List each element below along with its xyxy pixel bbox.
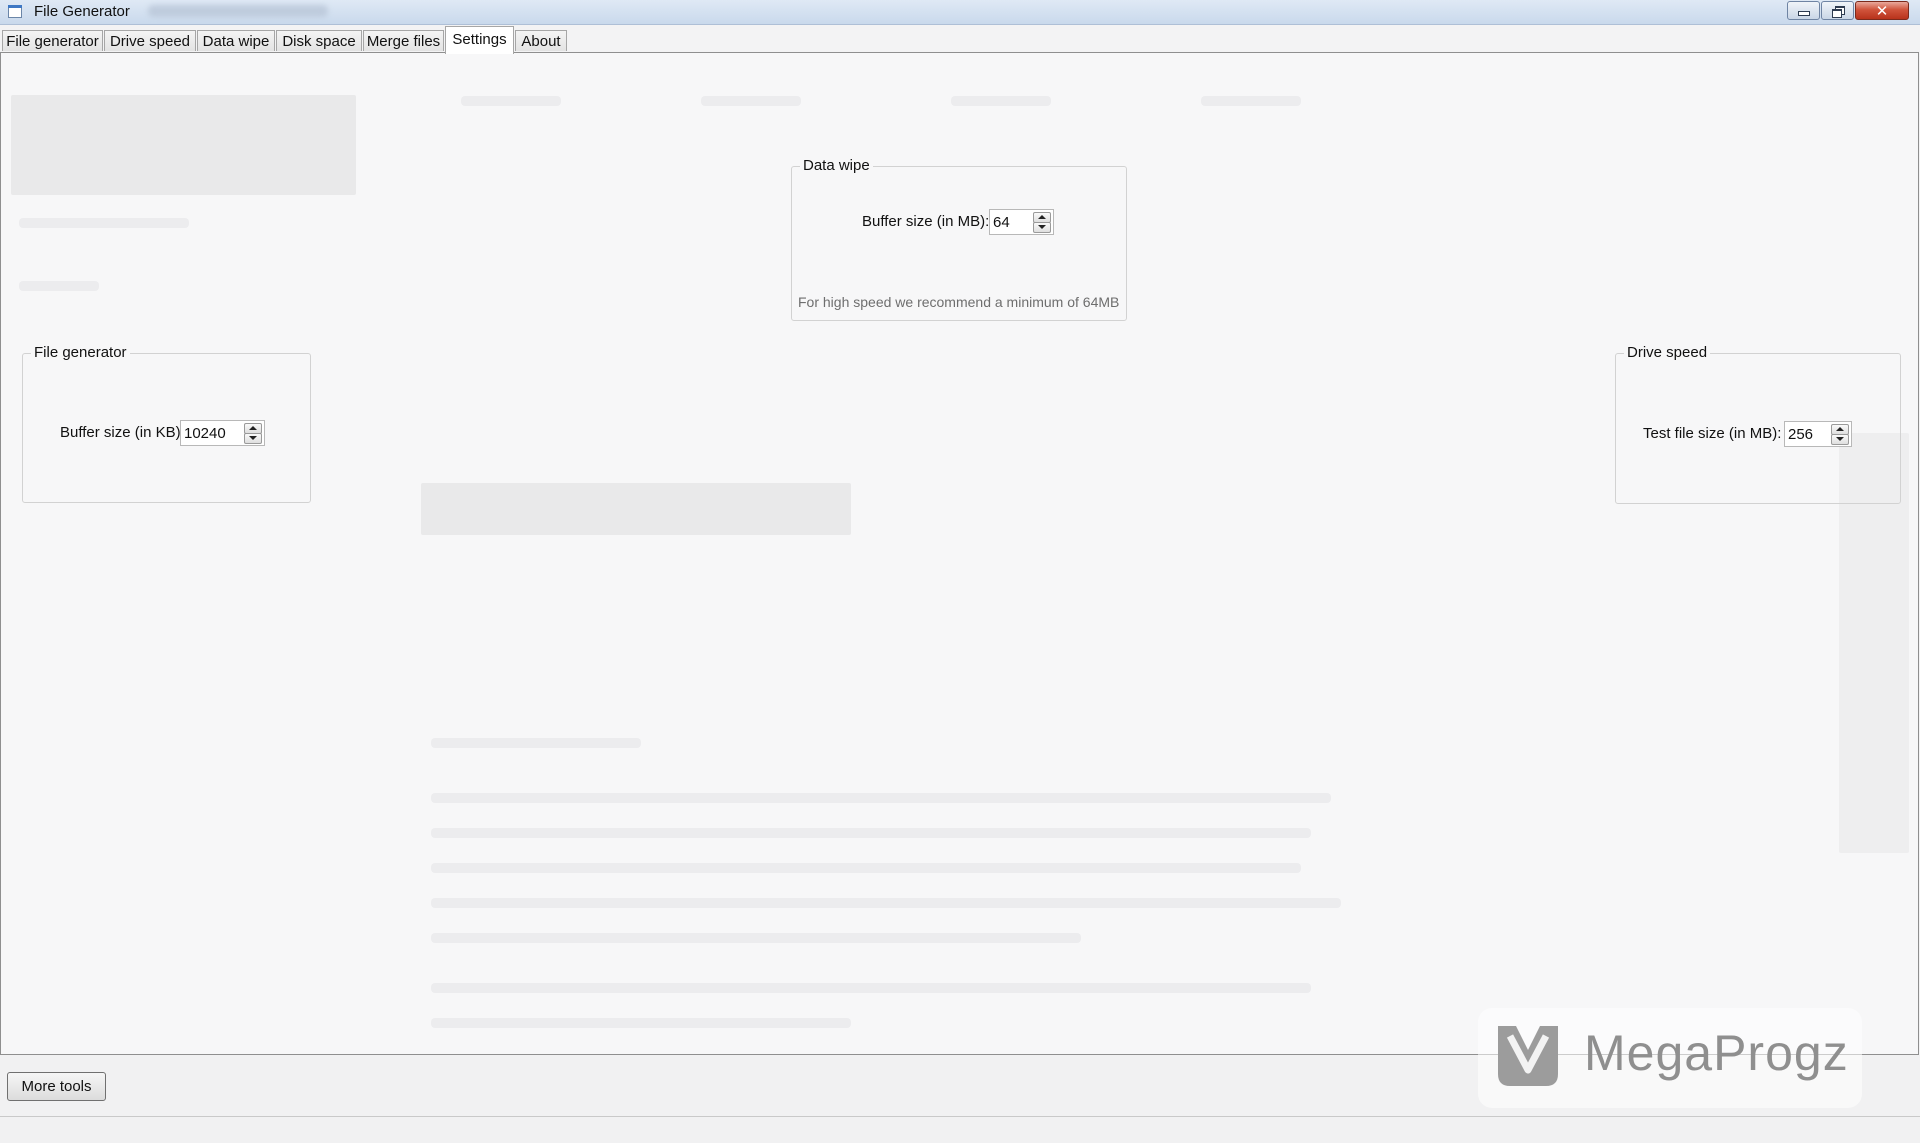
minimize-button[interactable] [1787,1,1820,20]
ghost-line [431,933,1081,943]
close-button[interactable]: ✕ [1855,1,1909,20]
megaprogz-logo-icon [1498,1026,1558,1086]
ghost-line [1201,96,1301,106]
ghost-line [461,96,561,106]
file-generator-spin-buttons [244,423,262,444]
ghost-line [431,1018,851,1028]
ghost-banner [11,95,356,195]
app-icon [6,3,22,19]
title-bar: File Generator ✕ [0,0,1920,25]
ghost-line [431,863,1301,873]
ghost-button [421,483,851,535]
window-title: File Generator [34,3,130,20]
ghost-line [431,738,641,748]
file-generator-legend: File generator [31,344,130,361]
megaprogz-watermark: MegaProgz [1478,1008,1862,1108]
status-divider [0,1116,1920,1117]
tab-merge-files[interactable]: Merge files [363,30,444,51]
drive-speed-test-label: Test file size (in MB): [1643,425,1782,442]
data-wipe-buffer-input[interactable] [993,212,1026,232]
minimize-icon [1797,11,1810,16]
tab-file-generator[interactable]: File generator [2,30,103,51]
ghost-line [431,828,1311,838]
tab-drive-speed[interactable]: Drive speed [104,30,196,51]
ghost-line [701,96,801,106]
tab-settings[interactable]: Settings [445,26,514,54]
tab-data-wipe[interactable]: Data wipe [197,30,275,51]
drive-speed-test-input[interactable] [1788,424,1824,444]
close-icon: ✕ [1875,2,1889,20]
restore-icon [1831,5,1845,18]
file-generator-group: File generator Buffer size (in KB): [22,344,311,503]
spin-down-icon[interactable] [1831,434,1849,445]
file-generator-buffer-spinner[interactable] [180,420,265,446]
drive-speed-legend: Drive speed [1624,344,1711,361]
ghost-line [431,898,1341,908]
ghost-line [19,281,99,291]
ghost-line [951,96,1051,106]
redacted-title-text [148,5,328,17]
file-generator-buffer-label: Buffer size (in KB): [60,424,185,441]
more-tools-button[interactable]: More tools [7,1072,106,1101]
file-generator-buffer-input[interactable] [184,423,237,443]
drive-speed-test-spinner[interactable] [1784,421,1852,447]
data-wipe-legend: Data wipe [800,157,873,174]
tab-disk-space[interactable]: Disk space [276,30,362,51]
ghost-line [431,793,1331,803]
data-wipe-hint: For high speed we recommend a minimum of… [798,294,1120,310]
data-wipe-buffer-spinner[interactable] [989,209,1054,235]
tab-strip: File generator Drive speed Data wipe Dis… [0,26,1920,54]
app-window: File Generator ✕ File generator Drive sp… [0,0,1920,1143]
data-wipe-buffer-label: Buffer size (in MB): [862,213,990,230]
restore-button[interactable] [1821,1,1854,20]
spin-down-icon[interactable] [1033,222,1051,233]
drive-speed-group: Drive speed Test file size (in MB): [1615,344,1901,504]
settings-tab-page: Data wipe Buffer size (in MB): For high … [0,52,1919,1055]
ghost-line [19,218,189,228]
spin-down-icon[interactable] [244,433,262,444]
ghost-line [431,983,1311,993]
watermark-text: MegaProgz [1584,1025,1849,1081]
data-wipe-spin-buttons [1033,212,1051,233]
drive-speed-spin-buttons [1831,424,1849,445]
tab-about[interactable]: About [515,30,567,51]
data-wipe-group: Data wipe Buffer size (in MB): For high … [791,157,1127,321]
